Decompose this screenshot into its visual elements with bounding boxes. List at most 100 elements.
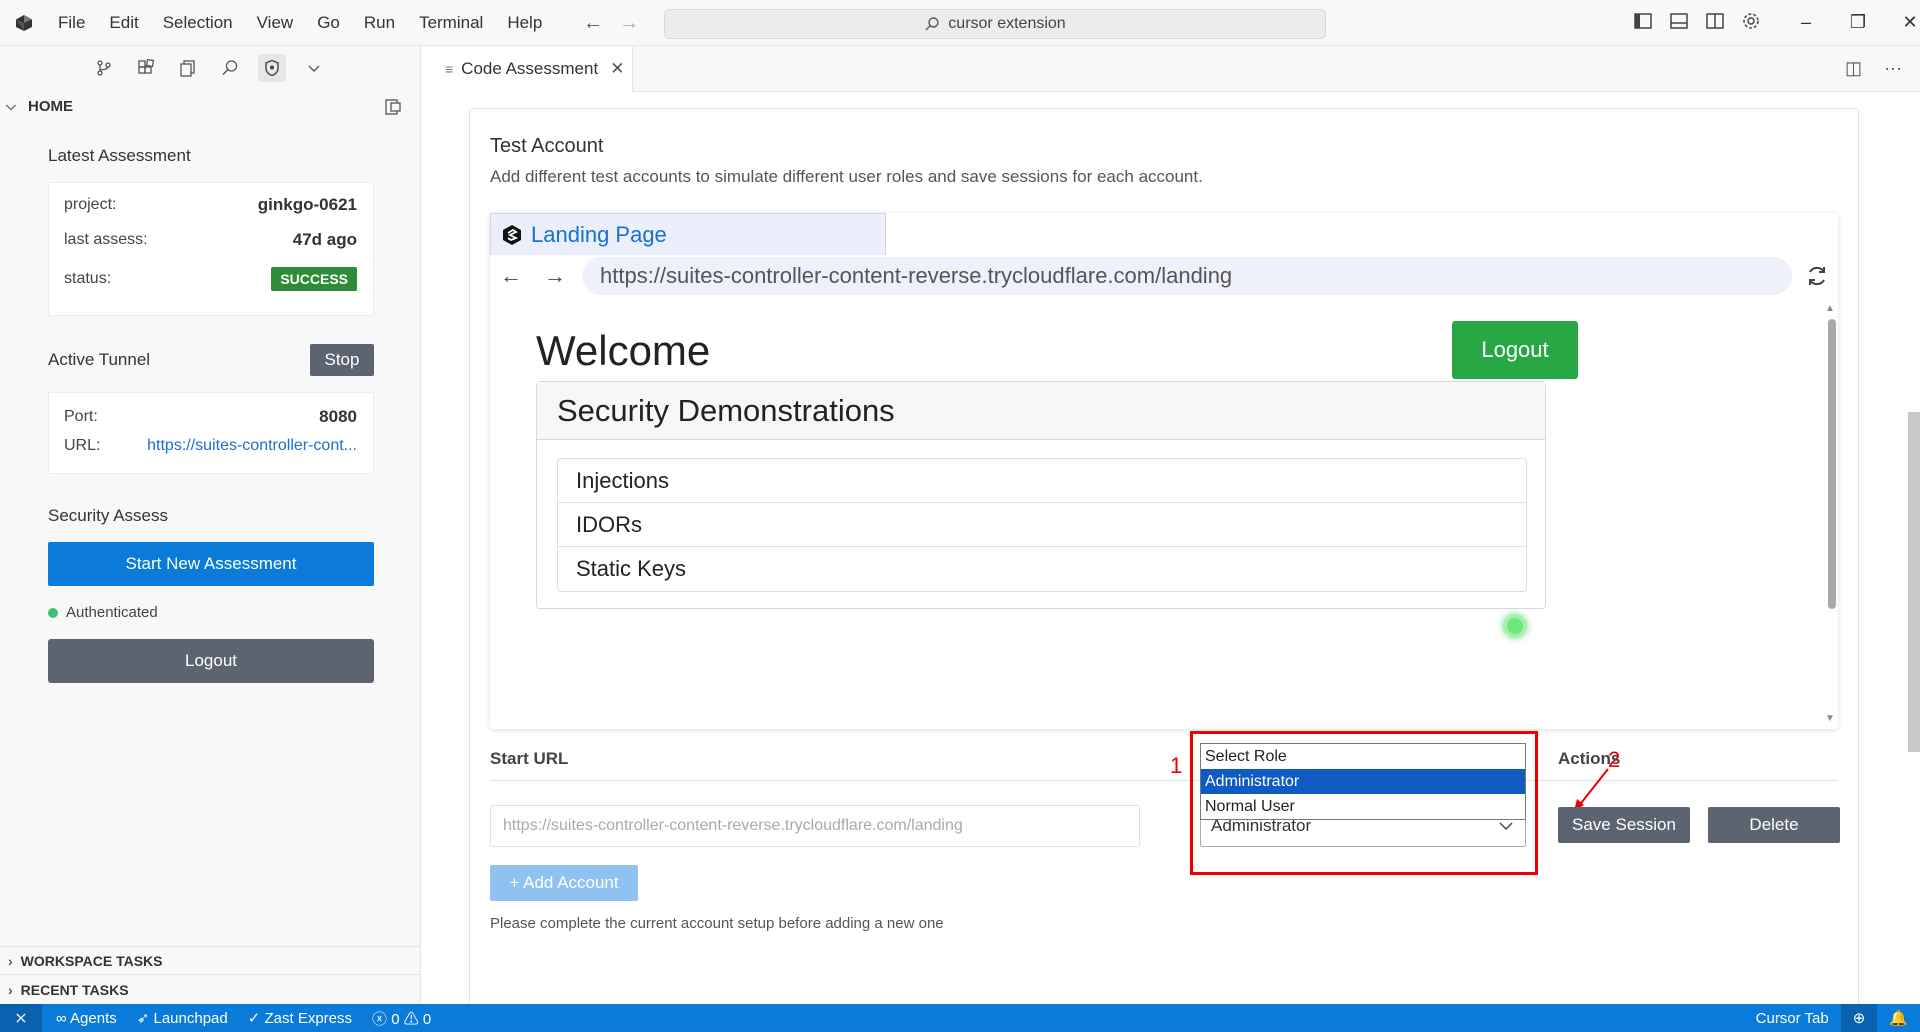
toggle-panel-icon[interactable] bbox=[1668, 10, 1690, 32]
close-window-icon[interactable]: ✕ bbox=[1884, 0, 1920, 46]
start-url-label: Start URL bbox=[490, 749, 569, 768]
minimize-icon[interactable]: – bbox=[1780, 0, 1832, 46]
menu-help[interactable]: Help bbox=[495, 0, 554, 46]
gear-icon[interactable] bbox=[1740, 10, 1762, 32]
cursor-indicator-icon bbox=[1504, 615, 1526, 637]
page-logout-button[interactable]: Logout bbox=[1452, 321, 1578, 379]
chevron-right-icon: › bbox=[8, 981, 13, 998]
start-new-assessment-button[interactable]: Start New Assessment bbox=[48, 542, 374, 586]
explorer-icon[interactable] bbox=[174, 54, 202, 82]
warning-icon: ⚠ bbox=[403, 1010, 423, 1028]
security-demonstrations-title: Security Demonstrations bbox=[537, 382, 1545, 440]
start-url-input[interactable]: https://suites-controller-content-revers… bbox=[490, 805, 1140, 847]
close-icon[interactable]: ✕ bbox=[610, 59, 624, 79]
agents-item[interactable]: ∞ Agents bbox=[56, 1010, 117, 1027]
tunnel-url-link[interactable]: https://suites-controller-cont... bbox=[147, 437, 357, 455]
browser-viewport: Welcome Logout Security Demonstrations I… bbox=[490, 299, 1824, 729]
zoom-icon[interactable]: ⊕ bbox=[1840, 1004, 1878, 1032]
port-label: Port: bbox=[64, 408, 98, 425]
cursor-tab-item[interactable]: Cursor Tab bbox=[1744, 1004, 1841, 1032]
scroll-up-icon[interactable]: ▲ bbox=[1825, 303, 1835, 314]
browser-tab-title: Landing Page bbox=[531, 221, 667, 247]
collapse-all-icon[interactable] bbox=[384, 98, 402, 116]
menu-file[interactable]: File bbox=[46, 0, 97, 46]
editor-content: Test Account Add different test accounts… bbox=[421, 92, 1920, 1004]
chevron-down-icon[interactable] bbox=[300, 54, 328, 82]
problems-count: 0 bbox=[391, 1010, 400, 1028]
window-controls: – ❐ ✕ bbox=[1780, 0, 1920, 46]
active-tunnel-card: Port: 8080 URL: https://suites-controlle… bbox=[48, 392, 374, 474]
status-dot-icon bbox=[48, 607, 58, 618]
auth-status-text: Authenticated bbox=[66, 604, 158, 621]
demo-item-static-keys[interactable]: Static Keys bbox=[558, 547, 1526, 591]
stop-tunnel-button[interactable]: Stop bbox=[310, 344, 374, 376]
agents-label: Agents bbox=[70, 1009, 117, 1027]
demo-list: Injections IDORs Static Keys bbox=[557, 458, 1527, 592]
launchpad-label: Launchpad bbox=[153, 1010, 228, 1027]
sidebar-logout-button[interactable]: Logout bbox=[48, 639, 374, 683]
layout-controls bbox=[1632, 10, 1762, 32]
search-icon[interactable] bbox=[216, 54, 244, 82]
launchpad-item[interactable]: ➶ Launchpad bbox=[137, 1009, 228, 1027]
forward-arrow-icon[interactable]: → bbox=[619, 12, 639, 35]
toggle-secondary-sidebar-icon[interactable] bbox=[1704, 10, 1726, 32]
source-control-icon[interactable] bbox=[90, 54, 118, 82]
home-section-header[interactable]: ⌵ HOME bbox=[6, 94, 406, 118]
menu-go[interactable]: Go bbox=[305, 0, 352, 46]
warnings-count: 0 bbox=[422, 1010, 432, 1028]
home-label: HOME bbox=[28, 97, 73, 115]
toggle-primary-sidebar-icon[interactable] bbox=[1632, 10, 1654, 32]
back-arrow-icon[interactable]: ← bbox=[583, 12, 603, 35]
chevron-right-icon: › bbox=[8, 952, 13, 969]
problems-item[interactable]: ⓧ 0 ⚠ 0 bbox=[372, 1008, 431, 1029]
menu-selection[interactable]: Selection bbox=[151, 0, 245, 46]
annotation-label-1: 1 bbox=[1170, 753, 1183, 778]
tab-code-assessment[interactable]: ≡ Code Assessment ✕ bbox=[421, 46, 633, 92]
delete-button[interactable]: Delete bbox=[1708, 807, 1840, 843]
welcome-heading: Welcome bbox=[536, 327, 711, 374]
status-left: ∞ Agents ➶ Launchpad ✓ Zast Express ⓧ 0 … bbox=[56, 1004, 431, 1032]
scroll-down-icon[interactable]: ▼ bbox=[1825, 713, 1835, 724]
project-label: project: bbox=[64, 196, 117, 213]
last-assess-row: last assess: 47d ago bbox=[64, 230, 357, 250]
browser-scrollbar-thumb[interactable] bbox=[1828, 319, 1836, 609]
title-bar: File Edit Selection View Go Run Terminal… bbox=[0, 0, 1920, 46]
add-account-button[interactable]: + Add Account bbox=[490, 865, 638, 901]
recent-tasks-section[interactable]: › RECENT TASKS bbox=[0, 974, 421, 1004]
browser-tab[interactable]: Landing Page bbox=[490, 213, 886, 255]
latest-assessment-title: Latest Assessment bbox=[48, 146, 191, 165]
menu-terminal[interactable]: Terminal bbox=[407, 0, 495, 46]
browser-back-icon[interactable]: ← bbox=[500, 263, 522, 289]
menu-view[interactable]: View bbox=[245, 0, 306, 46]
reload-icon[interactable] bbox=[1804, 263, 1830, 289]
notifications-icon[interactable]: 🔔 bbox=[1877, 1004, 1920, 1032]
menu-run[interactable]: Run bbox=[352, 0, 407, 46]
browser-address-bar[interactable]: https://suites-controller-content-revers… bbox=[582, 257, 1792, 295]
menu-edit[interactable]: Edit bbox=[97, 0, 150, 46]
editor-actions: ◫ ··· bbox=[1845, 58, 1902, 79]
document-icon: ≡ bbox=[445, 61, 454, 77]
command-center-search[interactable]: cursor extension bbox=[664, 9, 1326, 39]
zast-express-item[interactable]: ✓ Zast Express bbox=[248, 1009, 352, 1027]
shield-icon[interactable] bbox=[258, 54, 286, 82]
restore-icon[interactable]: ❐ bbox=[1832, 0, 1884, 46]
demo-item-injections[interactable]: Injections bbox=[558, 459, 1526, 503]
browser-nav: ← → bbox=[500, 263, 566, 289]
url-row: URL: https://suites-controller-cont... bbox=[64, 437, 357, 455]
remote-indicator-icon[interactable]: ⨯ bbox=[0, 1004, 42, 1032]
search-icon bbox=[925, 17, 939, 31]
add-account-hint: Please complete the current account setu… bbox=[490, 915, 944, 932]
more-actions-icon[interactable]: ··· bbox=[1884, 58, 1902, 79]
split-editor-icon[interactable]: ◫ bbox=[1845, 58, 1862, 79]
workspace-tasks-section[interactable]: › WORKSPACE TASKS bbox=[0, 946, 421, 974]
test-account-description: Add different test accounts to simulate … bbox=[490, 167, 1203, 186]
demo-item-idors[interactable]: IDORs bbox=[558, 503, 1526, 547]
security-assess-title: Security Assess bbox=[48, 506, 168, 525]
browser-forward-icon[interactable]: → bbox=[544, 263, 566, 289]
save-session-button[interactable]: Save Session bbox=[1558, 807, 1690, 843]
extensions-icon[interactable] bbox=[132, 54, 160, 82]
url-label: URL: bbox=[64, 437, 101, 454]
editor-scrollbar[interactable] bbox=[1908, 412, 1920, 752]
annotation-highlight-box bbox=[1190, 731, 1538, 875]
test-account-title: Test Account bbox=[490, 135, 604, 157]
